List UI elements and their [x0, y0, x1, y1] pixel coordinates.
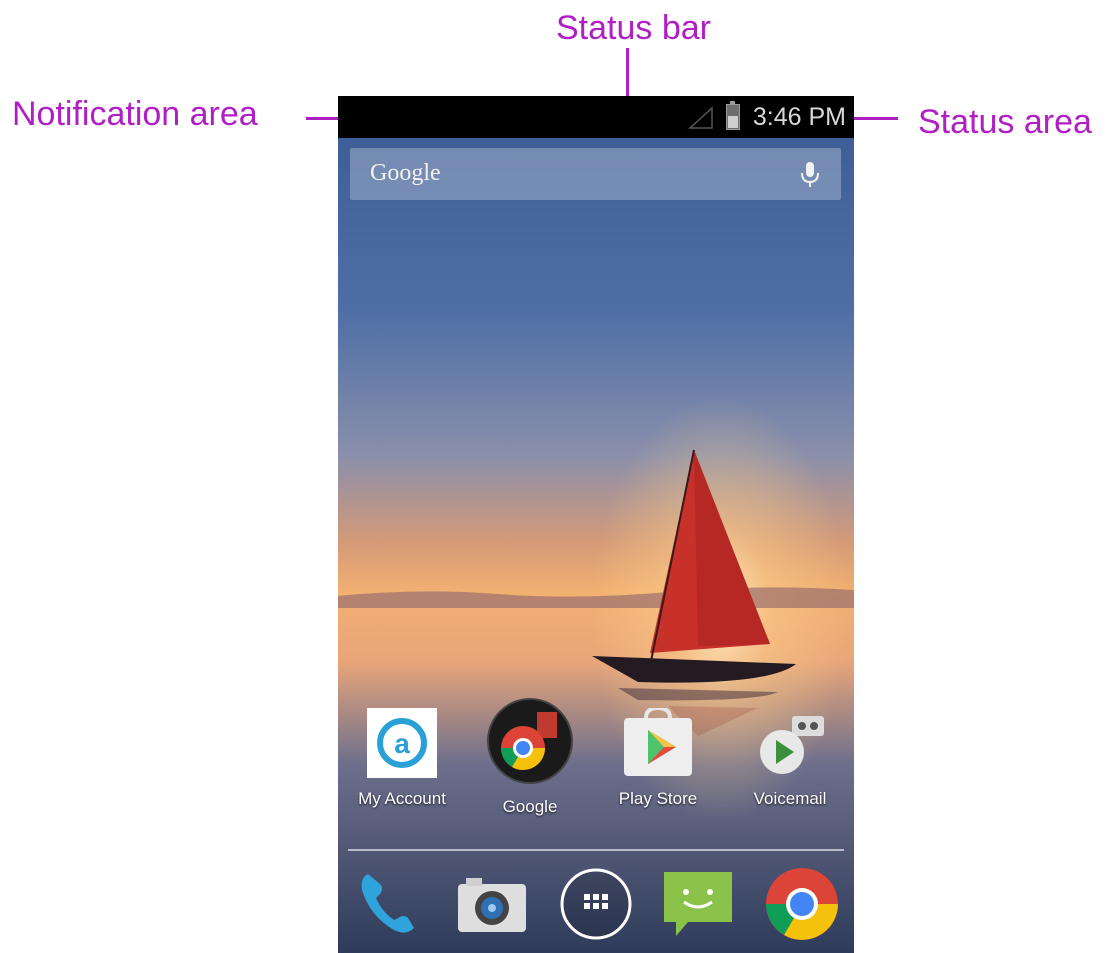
messaging-icon	[664, 872, 732, 936]
search-label: Google	[370, 160, 441, 186]
dock-camera[interactable]	[452, 864, 532, 944]
app-google-folder[interactable]: Google	[470, 696, 590, 817]
battery-icon	[726, 101, 740, 130]
app-label: My Account	[358, 789, 446, 808]
my-account-icon: a	[367, 708, 437, 778]
status-time: 3:46 PM	[752, 103, 846, 131]
dock-chrome[interactable]	[762, 864, 842, 944]
status-area-callout: Status area	[918, 103, 1092, 141]
camera-icon	[458, 878, 526, 932]
voicemail-icon	[760, 716, 824, 774]
google-search-bar[interactable]: Google	[350, 148, 841, 200]
app-drawer-icon	[560, 868, 632, 940]
app-play-store[interactable]: Play Store	[598, 705, 718, 809]
dock-divider	[348, 849, 844, 851]
app-label: Google	[502, 797, 558, 816]
app-label: Voicemail	[753, 789, 827, 808]
app-label: Play Store	[618, 789, 698, 808]
google-folder-icon	[487, 698, 573, 784]
microphone-icon[interactable]	[799, 160, 821, 190]
phone-screen: 3:46 PM Google a My Account Google Play …	[338, 96, 854, 953]
dock-messaging[interactable]	[658, 864, 738, 944]
phone-icon	[361, 874, 414, 933]
status-bar-callout: Status bar	[556, 9, 711, 47]
signal-icon	[688, 106, 713, 129]
app-voicemail[interactable]: Voicemail	[730, 708, 850, 809]
app-my-account[interactable]: a My Account	[342, 708, 462, 809]
svg-text:a: a	[394, 728, 410, 759]
dock-phone[interactable]	[350, 864, 430, 944]
chrome-icon	[766, 868, 838, 940]
notification-area-callout: Notification area	[12, 95, 258, 133]
play-store-icon	[624, 705, 692, 776]
dock-app-drawer[interactable]	[556, 864, 636, 944]
status-bar: 3:46 PM	[338, 96, 854, 138]
sailboat-wallpaper	[338, 96, 854, 953]
